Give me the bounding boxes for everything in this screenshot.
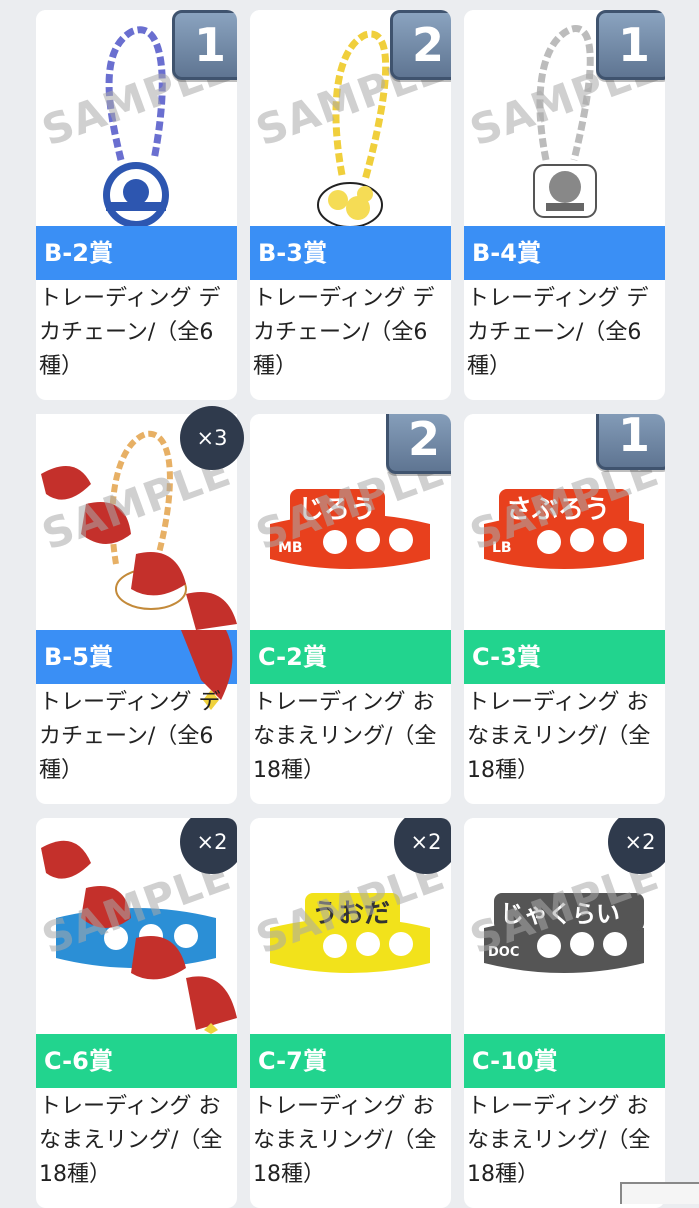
- prize-label: B-4賞: [464, 226, 665, 280]
- prize-description: トレーディング おなまえリング/（全18種）: [39, 1094, 223, 1187]
- prize-description: トレーディング おなまえリング/（全18種）: [253, 1094, 437, 1187]
- prize-label: C-6賞: [36, 1034, 237, 1088]
- prize-card-b2[interactable]: SAMPLE 1 B-2賞 トレーディング デカチェーン/（全6種）: [36, 10, 237, 400]
- quantity-badge: ×3: [180, 406, 244, 470]
- prize-label: B-2賞: [36, 226, 237, 280]
- prize-grid: SAMPLE 1 B-2賞 トレーディング デカチェーン/（全6種） SAMPL…: [0, 0, 699, 1208]
- prize-card-b5[interactable]: SAMPLE ×3 B-5賞 トレーディング デカチェーン/（全6種）: [36, 406, 244, 804]
- prize-description: トレーディング おなまえリング/（全18種）: [253, 690, 437, 783]
- prize-card-b3[interactable]: SAMPLE 2 B-3賞 トレーディング デカチェーン/（全6種）: [250, 10, 451, 400]
- prize-description: トレーディング おなまえリング/（全18種）: [467, 690, 651, 783]
- prize-label: C-7賞: [250, 1034, 451, 1088]
- prize-card-c7[interactable]: うおだ SAMPLE ×2 C-7賞 トレーディング おなまえリング/（全18種…: [250, 818, 451, 1208]
- prize-label: C-3賞: [464, 630, 665, 684]
- prize-description: トレーディング デカチェーン/（全6種）: [467, 286, 649, 379]
- prize-description: トレーディング おなまえリング/（全18種）: [467, 1094, 651, 1187]
- prize-label: C-2賞: [250, 630, 451, 684]
- prize-label: C-10賞: [464, 1034, 665, 1088]
- prize-description: トレーディング デカチェーン/（全6種）: [253, 286, 435, 379]
- prize-card-c3[interactable]: さぶろう LB SAMPLE 1 C-3賞 トレーディング おなまえリング/（全…: [464, 414, 665, 804]
- prize-card-b4[interactable]: SAMPLE 1 B-4賞 トレーディング デカチェーン/（全6種）: [464, 10, 665, 400]
- rank-number-badge: 1: [172, 10, 237, 80]
- rank-number-badge: 1: [596, 10, 665, 80]
- prize-card-c2[interactable]: じろう MB SAMPLE 2 C-2賞 トレーディング おなまえリング/（全1…: [250, 414, 451, 804]
- prize-description: トレーディング デカチェーン/（全6種）: [39, 286, 221, 379]
- rank-number-badge: 1: [596, 414, 665, 470]
- prize-card-c10[interactable]: じゃくらい DOC SAMPLE ×2 C-10賞 トレーディング おなまえリン…: [464, 818, 665, 1208]
- prize-description: トレーディング デカチェーン/（全6種）: [39, 690, 221, 783]
- rank-number-badge: 2: [390, 10, 451, 80]
- rank-number-badge: 2: [386, 414, 451, 474]
- bottom-right-overlay: [620, 1182, 699, 1204]
- prize-card-c6[interactable]: SAMPLE ×2 C-6賞 トレーディング おなまえリング/（全18種）: [36, 818, 237, 1208]
- prize-label: B-3賞: [250, 226, 451, 280]
